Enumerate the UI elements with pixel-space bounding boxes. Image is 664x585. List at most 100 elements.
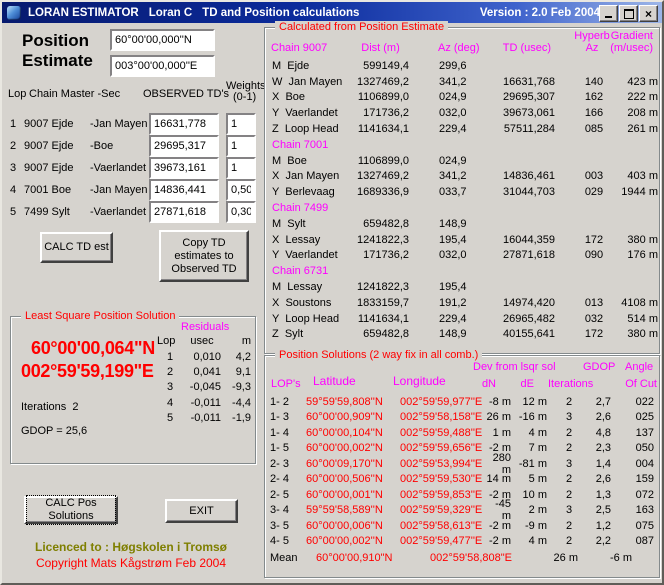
station-td: 57511,284 [482, 123, 555, 135]
solution-iterations: 2 [547, 535, 591, 547]
observed-td-input[interactable] [149, 201, 219, 223]
station-td: 14836,461 [482, 170, 555, 182]
observed-td-row: 5 7499 Sylt -Vaerlandet [2, 201, 260, 223]
solution-row: 1- 3 60°00'00,909''N 002°59'58,158''E 26… [266, 410, 658, 426]
solution-longitude: 002°59'59,488''E [400, 427, 484, 439]
gdop-label: GDOP = 25,6 [21, 425, 87, 437]
station-name: Chain 6731 [272, 265, 356, 277]
residuals-table: 1 0,010 4,2 2 0,041 9,1 3 -0,045 -9,3 [157, 349, 251, 426]
station-name: Y Berlevaag [272, 186, 356, 198]
position-estimate-latitude-input[interactable] [110, 29, 215, 51]
solution-angle-of-cut: 025 [611, 411, 654, 423]
observed-td-input[interactable] [149, 113, 219, 135]
close-button[interactable]: × [639, 5, 658, 22]
copy-td-button[interactable]: Copy TD estimates to Observed TD [159, 230, 249, 282]
maximize-icon [624, 9, 634, 19]
calculated-row: Y Vaerlandet 171736,2 032,0 27871,618 09… [266, 248, 658, 264]
solution-de: 12 m [511, 396, 547, 408]
weight-input[interactable] [226, 201, 256, 223]
solution-lops: 2- 3 [270, 458, 300, 470]
station-gradient: 4108 m [616, 297, 658, 309]
solution-gdop: 2,6 [591, 473, 611, 485]
lop-number: 4 [10, 184, 24, 196]
solution-latitude: 60°00'00,001''N [306, 489, 400, 501]
solution-gdop: 2,2 [591, 535, 611, 547]
calculated-row: M Sylt 659482,8 148,9 [266, 216, 658, 232]
station-dist: 1141634,1 [356, 313, 409, 325]
least-square-title: Least Square Position Solution [21, 310, 179, 322]
station-dist: 1833159,7 [356, 297, 409, 309]
weight-input[interactable] [226, 179, 256, 201]
close-icon: × [645, 9, 652, 19]
header-gdop: GDOP [583, 361, 615, 373]
calculated-from-estimate-group: Calculated from Position Estimate Chain … [264, 27, 660, 354]
station-az: 229,4 [439, 123, 479, 135]
observed-header-lop: Lop [8, 88, 26, 100]
calc-td-button[interactable]: CALC TD est [40, 232, 113, 263]
station-az: 341,2 [439, 76, 479, 88]
solutions-table: 1- 2 59°59'59,808''N 002°59'59,977''E -8… [266, 394, 658, 549]
solution-lops: 2- 5 [270, 489, 300, 501]
weight-input[interactable] [226, 113, 256, 135]
observed-header-weights-range: (0-1) [233, 91, 256, 103]
observed-td-input[interactable] [149, 157, 219, 179]
mean-dn: 26 m [540, 552, 578, 564]
station-az: 341,2 [439, 170, 479, 182]
station-gradient: 176 m [616, 249, 658, 261]
station-az: 195,4 [439, 234, 479, 246]
titlebar-app-name: LORAN ESTIMATOR [28, 7, 139, 19]
station-hyperb-az: 085 [572, 123, 616, 135]
station-name: M Ejde [272, 60, 356, 72]
minimize-button[interactable] [599, 5, 618, 22]
station-dist: 171736,2 [356, 107, 409, 119]
residual-row: 1 0,010 4,2 [157, 349, 251, 364]
calculated-row: X Jan Mayen 1327469,2 341,2 14836,461 00… [266, 169, 658, 185]
calculated-row: Z Sylt 659482,8 148,9 40155,641 172 380 … [266, 327, 658, 343]
header-chain-9007: Chain 9007 [271, 42, 327, 54]
solution-iterations: 2 [547, 489, 591, 501]
station-name: Chain 7499 [272, 202, 356, 214]
solution-latitude: 60°00'00,909''N [306, 411, 400, 423]
minimize-icon [605, 16, 612, 18]
solution-latitude: 60°00'00,064"N [31, 338, 155, 359]
calculated-row: W Jan Mayen 1327469,2 341,2 16631,768 14… [266, 74, 658, 90]
mean-de: -6 m [602, 552, 632, 564]
solution-row: 2- 5 60°00'00,001''N 002°59'59,853''E -2… [266, 487, 658, 503]
calculated-row: X Boe 1106899,0 024,9 29695,307 162 222 … [266, 90, 658, 106]
position-solutions-title: Position Solutions (2 way fix in all com… [275, 349, 482, 361]
maximize-button[interactable] [619, 5, 638, 22]
calc-pos-solutions-button[interactable]: CALC Pos Solutions [24, 496, 118, 524]
solution-lops: 2- 4 [270, 473, 300, 485]
observed-td-input[interactable] [149, 135, 219, 157]
residuals-header: Lop usec m [157, 335, 251, 347]
iterations-label: Iterations 2 [21, 401, 78, 413]
station-gradient: 423 m [616, 76, 658, 88]
solution-de: 2 m [511, 504, 547, 516]
weight-input[interactable] [226, 157, 256, 179]
header-latitude: Latitude [313, 374, 356, 388]
calculated-table: M Ejde 599149,4 299,6 W Jan Mayen 132746… [266, 58, 658, 342]
station-td: 29695,307 [482, 91, 555, 103]
solution-longitude: 002°59'59,477''E [400, 535, 484, 547]
position-estimate-longitude-input[interactable] [110, 55, 215, 77]
solution-latitude: 60°00'09,170''N [306, 458, 400, 470]
licence-text: Licenced to : Høgskolen i Tromsø [2, 540, 260, 554]
solution-row: 3- 5 60°00'00,006''N 002°59'58,613''E -2… [266, 518, 658, 534]
solution-latitude: 60°00'00,506''N [306, 473, 400, 485]
station-td: 27871,618 [482, 249, 555, 261]
solution-longitude: 002°59'58,613''E [400, 520, 484, 532]
observed-td-table: 1 9007 Ejde -Jan Mayen 2 9007 Ejde -Boe … [2, 113, 260, 223]
calculated-row: M Boe 1106899,0 024,9 [266, 153, 658, 169]
solution-dn: -8 m [484, 396, 511, 408]
calculated-row: Y Loop Head 1141634,1 229,4 26965,482 03… [266, 311, 658, 327]
observed-td-input[interactable] [149, 179, 219, 201]
station-name: Chain 7001 [272, 139, 356, 151]
header-angle: Angle [625, 361, 653, 373]
weight-input[interactable] [226, 135, 256, 157]
exit-button[interactable]: EXIT [165, 499, 238, 523]
residual-usec: 0,041 [183, 366, 221, 378]
solution-lops: 1- 3 [270, 411, 300, 423]
residual-usec: -0,011 [183, 412, 221, 424]
solution-de: 4 m [511, 535, 547, 547]
chain-master-label: 7001 Boe [24, 184, 90, 196]
